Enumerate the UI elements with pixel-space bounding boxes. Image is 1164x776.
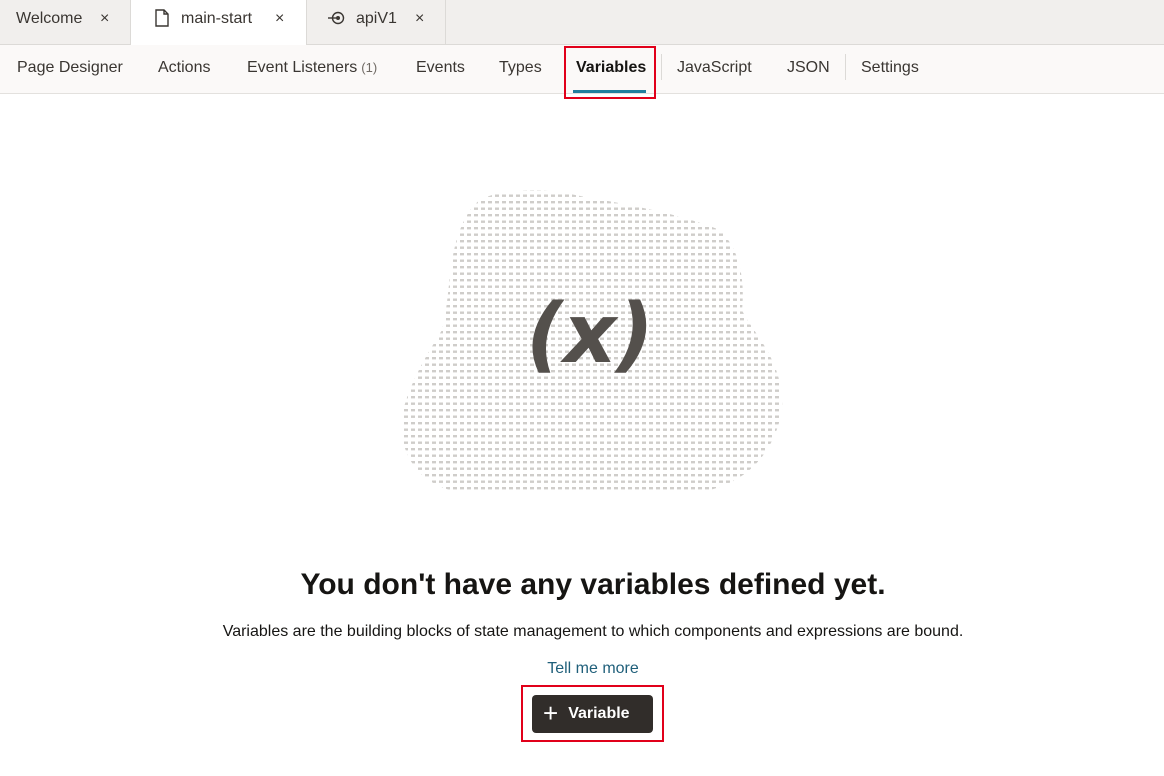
tell-me-more-link[interactable]: Tell me more: [0, 660, 1164, 678]
tab-main-start-label: main-start: [181, 10, 253, 27]
variable-symbol: (x): [526, 287, 654, 382]
close-icon[interactable]: ×: [100, 11, 109, 27]
nav-events[interactable]: Events: [416, 59, 465, 77]
variables-tab-highlight: [564, 46, 656, 99]
service-connection-icon: [328, 11, 345, 25]
nav-event-listeners-label: Event Listeners: [247, 59, 358, 76]
tab-apiv1[interactable]: apiV1 ×: [307, 0, 446, 45]
nav-actions[interactable]: Actions: [158, 59, 210, 77]
tab-apiv1-label: apiV1: [356, 10, 397, 27]
tab-main-start[interactable]: main-start ×: [131, 0, 307, 46]
empty-state-description: Variables are the building blocks of sta…: [222, 623, 964, 640]
nav-json[interactable]: JSON: [787, 59, 830, 77]
file-icon: [155, 9, 169, 27]
close-icon[interactable]: ×: [415, 11, 424, 27]
nav-types[interactable]: Types: [499, 59, 542, 77]
nav-settings[interactable]: Settings: [861, 59, 919, 77]
empty-state-heading: You don't have any variables defined yet…: [300, 568, 886, 601]
tab-welcome-label: Welcome: [16, 10, 83, 27]
add-variable-highlight: [521, 685, 664, 742]
nav-event-listeners-count: (1): [361, 60, 378, 75]
editor-tab-bar: Welcome × main-start × apiV1 ×: [0, 0, 1164, 46]
nav-divider: [661, 54, 662, 80]
nav-divider: [845, 54, 846, 80]
tab-welcome[interactable]: Welcome ×: [0, 0, 131, 45]
nav-javascript[interactable]: JavaScript: [677, 59, 752, 77]
variables-illustration: (x): [401, 190, 783, 491]
nav-event-listeners[interactable]: Event Listeners (1): [247, 59, 377, 77]
nav-page-designer[interactable]: Page Designer: [17, 59, 123, 77]
close-icon[interactable]: ×: [275, 11, 284, 27]
